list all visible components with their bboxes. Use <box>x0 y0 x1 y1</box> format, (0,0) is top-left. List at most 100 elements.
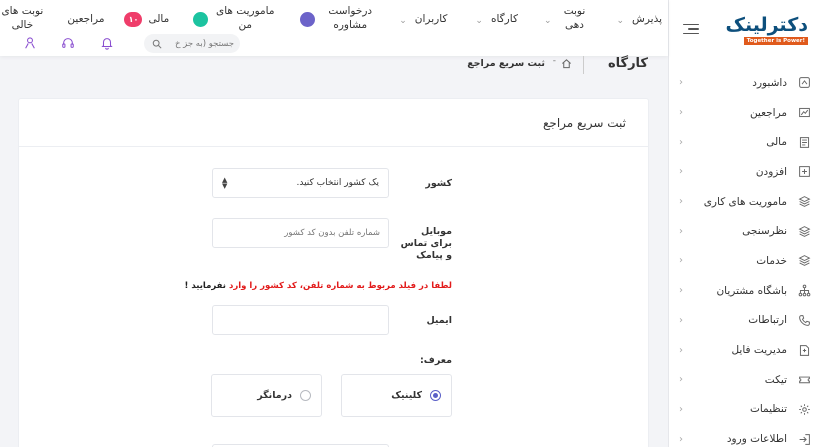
radio-label: کلینیک <box>391 390 422 401</box>
nav-item-consultation[interactable]: درخواست مشاوره <box>300 4 379 32</box>
sidebar-menu: داشبورد ‹ مراجعین ‹ مالی ‹ افزودن ‹ مامو… <box>669 68 820 447</box>
sidebar-item-label: نظرسنجی <box>742 225 787 238</box>
sidebar-item-dashboard[interactable]: داشبورد ‹ <box>669 68 820 98</box>
nav-item-free-slots[interactable]: نوبت های خالی <box>0 4 45 32</box>
chevron-down-icon: ⌄ <box>399 16 407 26</box>
nav-item-label: نوبت های خالی <box>1 5 44 31</box>
dashboard-icon <box>797 76 811 90</box>
sidebar-item-label: تیکت <box>764 373 787 386</box>
bell-icon[interactable] <box>100 36 114 50</box>
home-icon[interactable] <box>561 58 572 69</box>
user-icon[interactable] <box>23 36 37 50</box>
chevron-left-icon: ‹ <box>679 344 683 356</box>
sidebar-item-clients[interactable]: مراجعین ‹ <box>669 98 820 128</box>
nav-item-users[interactable]: کاربران ⌄ <box>399 4 447 28</box>
chevron-left-icon: ‹ <box>679 314 683 326</box>
nav-item-label: مالی <box>148 13 170 25</box>
nav-item-finance[interactable]: مالی ۱۰ <box>124 4 169 27</box>
chevron-down-icon: ⌄ <box>616 16 625 26</box>
hamburger-line <box>683 23 699 26</box>
layers-icon <box>797 254 811 268</box>
email-field[interactable] <box>212 305 389 335</box>
page-title: کارگاه <box>607 56 648 71</box>
consultation-badge <box>300 12 316 27</box>
top-nav: پذیرش ⌄ نوبت دهی ⌄ کارگاه ⌄ کاربران ⌄ در… <box>0 0 668 34</box>
sidebar-item-ticket[interactable]: تیکت ‹ <box>669 365 820 395</box>
country-label: کشور <box>425 178 452 189</box>
breadcrumb-divider <box>583 56 584 74</box>
mobile-field[interactable] <box>212 218 389 248</box>
nav-item-label: پذیرش <box>632 13 662 25</box>
nav-item-label: ماموریت های من <box>216 5 275 31</box>
chevron-left-icon: ‹ <box>679 255 683 267</box>
sidebar-item-finance[interactable]: مالی ‹ <box>669 127 820 157</box>
chevron-left-icon: ‹ <box>679 285 683 297</box>
radio-button-checked[interactable] <box>430 390 441 401</box>
nav-item-appointments[interactable]: نوبت دهی ⌄ <box>544 4 590 32</box>
ticket-icon <box>797 373 811 387</box>
radio-option-clinic[interactable]: کلینیک <box>341 374 452 417</box>
radio-button[interactable] <box>300 390 311 401</box>
sidebar: دکترلینک Together is Power! داشبورد ‹ مر… <box>668 0 820 447</box>
nav-item-label: نوبت دهی <box>563 5 586 31</box>
nav-item-workshop[interactable]: کارگاه ⌄ <box>475 4 518 28</box>
sidebar-item-label: ماموریت های کاری <box>703 195 787 208</box>
sidebar-item-label: مراجعین <box>749 106 787 119</box>
search-input[interactable] <box>162 38 234 49</box>
chevron-left-icon: ‹ <box>679 136 683 148</box>
radio-option-therapist[interactable]: درمانگر <box>211 374 322 417</box>
logo[interactable]: دکترلینک Together is Power! <box>725 13 809 45</box>
sidebar-item-survey[interactable]: نظرسنجی ‹ <box>669 216 820 246</box>
sidebar-item-label: ارتباطات <box>748 314 787 327</box>
chevron-left-icon: ‹ <box>679 77 683 89</box>
login-icon <box>797 432 811 446</box>
sidebar-item-settings[interactable]: تنظیمات ‹ <box>669 395 820 425</box>
sidebar-item-label: خدمات <box>756 254 787 267</box>
breadcrumb: کارگاه - ثبت سریع مراجع <box>0 56 668 78</box>
search-icon <box>152 39 162 49</box>
phone-icon <box>797 313 811 327</box>
gear-icon <box>797 402 811 416</box>
warning-text-suffix: نفرمایید ! <box>184 281 226 291</box>
sidebar-item-customer-club[interactable]: باشگاه مشتریان ‹ <box>669 276 820 306</box>
logo-text: دکترلینک <box>725 13 809 36</box>
sitemap-icon <box>797 284 811 298</box>
nav-item-clients[interactable]: مراجعین <box>67 4 104 26</box>
hamburger-line <box>683 32 699 35</box>
radio-label: درمانگر <box>257 390 292 401</box>
sidebar-item-services[interactable]: خدمات ‹ <box>669 246 820 276</box>
sidebar-item-missions[interactable]: ماموریت های کاری ‹ <box>669 187 820 217</box>
search-box[interactable] <box>144 34 240 53</box>
chevron-left-icon: ‹ <box>679 107 683 119</box>
nav-item-label: مراجعین <box>67 13 105 25</box>
sidebar-item-label: مالی <box>766 136 787 149</box>
sidebar-item-file-manager[interactable]: مدیریت فایل ‹ <box>669 335 820 365</box>
card-title: ثبت سریع مراجع <box>543 115 626 130</box>
sidebar-item-add[interactable]: افزودن ‹ <box>669 157 820 187</box>
breadcrumb-separator: - <box>552 56 556 66</box>
hamburger-line <box>688 28 699 30</box>
nav-item-my-missions[interactable]: ماموریت های من <box>193 4 276 32</box>
country-select[interactable]: یک کشور انتخاب کنید. ▲ ▼ <box>212 168 389 198</box>
sidebar-item-communications[interactable]: ارتباطات ‹ <box>669 306 820 336</box>
chevron-left-icon: ‹ <box>679 225 683 237</box>
sidebar-item-label: اطلاعات ورود <box>726 433 787 446</box>
email-label: ایمیل <box>426 315 452 326</box>
top-bar: پذیرش ⌄ نوبت دهی ⌄ کارگاه ⌄ کاربران ⌄ در… <box>0 0 668 56</box>
logo-tagline: Together is Power! <box>743 36 808 45</box>
top-toolbar <box>0 34 668 54</box>
headset-icon[interactable] <box>61 36 75 50</box>
nav-item-reception[interactable]: پذیرش ⌄ <box>616 4 662 28</box>
breadcrumb-current: ثبت سریع مراجع <box>467 58 545 69</box>
mobile-input[interactable] <box>221 228 380 238</box>
menu-toggle-button[interactable] <box>683 23 699 35</box>
quick-register-card: ثبت سریع مراجع کشور یک کشور انتخاب کنید.… <box>18 98 649 447</box>
nav-item-label: کارگاه <box>490 13 518 25</box>
sidebar-item-label: افزودن <box>755 165 787 178</box>
phone-warning: لطفا در فیلد مربوط به شماره تلفن، کد کشو… <box>185 281 452 291</box>
layers-icon <box>797 195 811 209</box>
sidebar-item-login-info[interactable]: اطلاعات ورود ‹ <box>669 424 820 447</box>
missions-badge <box>193 12 209 27</box>
email-input[interactable] <box>221 315 380 325</box>
warning-text: لطفا در فیلد مربوط به شماره تلفن، کد کشو… <box>228 281 452 291</box>
